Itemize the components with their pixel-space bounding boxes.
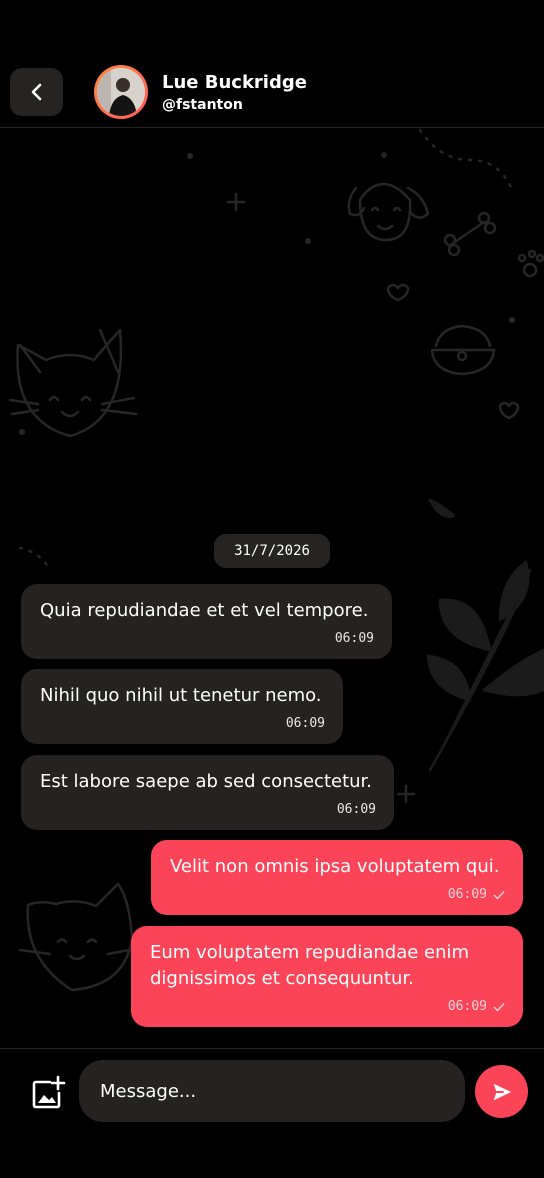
sparkle-doodle-icon xyxy=(396,784,416,804)
bone-doodle-icon xyxy=(443,211,497,257)
message-time: 06:09 xyxy=(447,999,487,1014)
heart-doodle-icon xyxy=(386,283,410,302)
message-text: Est labore saepe ab sed consectetur. xyxy=(40,771,373,792)
message-time: 06:09 xyxy=(334,631,374,646)
message-bubble-incoming[interactable]: Est labore saepe ab sed consectetur. 06:… xyxy=(21,755,394,830)
send-button[interactable] xyxy=(475,1065,528,1118)
date-divider: 31/7/2026 xyxy=(214,534,330,568)
chat-header: Lue Buckridge @fstanton xyxy=(0,0,544,128)
cat-doodle-icon xyxy=(8,328,138,438)
plant-doodle-icon xyxy=(426,498,544,772)
add-image-icon xyxy=(32,1075,66,1109)
avatar-photo xyxy=(97,68,145,116)
paw-doodle-icon xyxy=(517,249,544,278)
message-time: 06:09 xyxy=(447,887,487,902)
message-input[interactable] xyxy=(79,1060,465,1122)
message-text: Eum voluptatem repudiandae enim dignissi… xyxy=(150,942,470,989)
send-icon xyxy=(493,1083,511,1100)
cat-doodle-icon xyxy=(18,882,142,992)
message-text: Velit non omnis ipsa voluptatem qui. xyxy=(170,856,500,877)
contact-handle: @fstanton xyxy=(162,97,243,113)
message-time: 06:09 xyxy=(285,716,325,731)
message-bubble-incoming[interactable]: Quia repudiandae et et vel tempore. 06:0… xyxy=(21,584,392,659)
sparkle-doodle-icon xyxy=(226,192,246,212)
avatar[interactable] xyxy=(94,65,148,119)
message-bubble-outgoing[interactable]: Eum voluptatem repudiandae enim dignissi… xyxy=(131,926,523,1027)
food-bowl-doodle-icon xyxy=(430,324,496,376)
message-bubble-incoming[interactable]: Nihil quo nihil ut tenetur nemo. 06:09 xyxy=(21,669,343,744)
dog-doodle-icon xyxy=(347,182,430,242)
attach-image-button[interactable] xyxy=(30,1075,66,1111)
message-text: Nihil quo nihil ut tenetur nemo. xyxy=(40,685,322,706)
message-bubble-outgoing[interactable]: Velit non omnis ipsa voluptatem qui. 06:… xyxy=(151,840,523,915)
back-button[interactable] xyxy=(10,68,63,116)
message-text: Quia repudiandae et et vel tempore. xyxy=(40,600,369,621)
checkmark-icon xyxy=(493,1002,505,1012)
contact-name: Lue Buckridge xyxy=(162,72,307,93)
checkmark-icon xyxy=(493,890,505,900)
heart-doodle-icon xyxy=(498,401,520,420)
chevron-left-icon xyxy=(31,83,41,101)
message-time: 06:09 xyxy=(336,802,376,817)
